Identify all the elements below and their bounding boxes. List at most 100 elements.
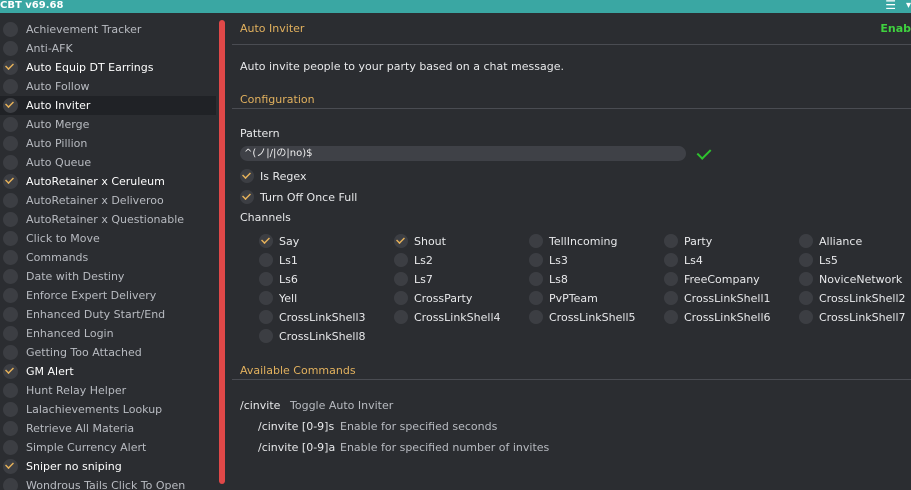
- checkbox-box[interactable]: [394, 253, 408, 267]
- channel-checkbox-crosslinkshell6[interactable]: CrossLinkShell6: [664, 309, 771, 325]
- sidebar-item-enforce-expert-delivery[interactable]: Enforce Expert Delivery: [0, 286, 216, 305]
- sidebar-item-auto-merge[interactable]: Auto Merge: [0, 115, 216, 134]
- enable-checkbox[interactable]: [3, 60, 18, 75]
- turn-off-once-full-checkbox[interactable]: Turn Off Once Full: [240, 189, 357, 205]
- channel-checkbox-crosslinkshell7[interactable]: CrossLinkShell7: [799, 309, 906, 325]
- channel-checkbox-novicenetwork[interactable]: NoviceNetwork: [799, 271, 902, 287]
- sidebar-item-enhanced-login[interactable]: Enhanced Login: [0, 324, 216, 343]
- title-bar[interactable]: CBT v69.68 ☰ ▾: [0, 0, 911, 13]
- checkbox-box[interactable]: [664, 272, 678, 286]
- channel-checkbox-crossparty[interactable]: CrossParty: [394, 290, 472, 306]
- checkbox-box[interactable]: [394, 291, 408, 305]
- sidebar-item-click-to-move[interactable]: Click to Move: [0, 229, 216, 248]
- channel-checkbox-ls3[interactable]: Ls3: [529, 252, 568, 268]
- sidebar-item-date-with-destiny[interactable]: Date with Destiny: [0, 267, 216, 286]
- channel-checkbox-yell[interactable]: Yell: [259, 290, 297, 306]
- sidebar-item-hunt-relay-helper[interactable]: Hunt Relay Helper: [0, 381, 216, 400]
- enable-checkbox[interactable]: [3, 269, 18, 284]
- channel-checkbox-crosslinkshell1[interactable]: CrossLinkShell1: [664, 290, 771, 306]
- enable-checkbox[interactable]: [3, 402, 18, 417]
- channel-checkbox-tellincoming[interactable]: TellIncoming: [529, 233, 617, 249]
- enable-checkbox[interactable]: [3, 440, 18, 455]
- checkbox-box[interactable]: [664, 291, 678, 305]
- hamburger-icon[interactable]: ☰: [885, 0, 896, 12]
- sidebar-item-auto-queue[interactable]: Auto Queue: [0, 153, 216, 172]
- checkbox-box[interactable]: [529, 234, 543, 248]
- enable-checkbox[interactable]: [3, 288, 18, 303]
- enable-checkbox[interactable]: [3, 79, 18, 94]
- enable-checkbox[interactable]: [3, 345, 18, 360]
- channel-checkbox-crosslinkshell4[interactable]: CrossLinkShell4: [394, 309, 501, 325]
- sidebar-item-retrieve-all-materia[interactable]: Retrieve All Materia: [0, 419, 216, 438]
- sidebar-item-autoretainer-x-deliveroo[interactable]: AutoRetainer x Deliveroo: [0, 191, 216, 210]
- enable-checkbox[interactable]: [3, 41, 18, 56]
- sidebar-item-enhanced-duty-start-end[interactable]: Enhanced Duty Start/End: [0, 305, 216, 324]
- enable-checkbox[interactable]: [3, 326, 18, 341]
- enable-checkbox[interactable]: [3, 459, 18, 474]
- checkbox-box[interactable]: [240, 169, 254, 183]
- checkbox-box[interactable]: [799, 291, 813, 305]
- checkbox-box[interactable]: [394, 272, 408, 286]
- enabled-status[interactable]: Enab: [880, 22, 911, 35]
- enable-checkbox[interactable]: [3, 22, 18, 37]
- sidebar-item-autoretainer-x-questionable[interactable]: AutoRetainer x Questionable: [0, 210, 216, 229]
- channel-checkbox-crosslinkshell3[interactable]: CrossLinkShell3: [259, 309, 366, 325]
- enable-checkbox[interactable]: [3, 421, 18, 436]
- checkbox-box[interactable]: [799, 310, 813, 324]
- channel-checkbox-crosslinkshell8[interactable]: CrossLinkShell8: [259, 328, 366, 344]
- checkbox-box[interactable]: [259, 291, 273, 305]
- channel-checkbox-ls8[interactable]: Ls8: [529, 271, 568, 287]
- enable-checkbox[interactable]: [3, 136, 18, 151]
- checkbox-box[interactable]: [529, 310, 543, 324]
- chevron-down-icon[interactable]: ▾: [906, 0, 911, 12]
- checkbox-box[interactable]: [259, 272, 273, 286]
- checkbox-box[interactable]: [799, 272, 813, 286]
- channel-checkbox-ls5[interactable]: Ls5: [799, 252, 838, 268]
- enable-checkbox[interactable]: [3, 193, 18, 208]
- channel-checkbox-ls2[interactable]: Ls2: [394, 252, 433, 268]
- enable-checkbox[interactable]: [3, 212, 18, 227]
- enable-checkbox[interactable]: [3, 307, 18, 322]
- channel-checkbox-shout[interactable]: Shout: [394, 233, 446, 249]
- checkbox-box[interactable]: [529, 253, 543, 267]
- checkbox-box[interactable]: [529, 291, 543, 305]
- channel-checkbox-ls1[interactable]: Ls1: [259, 252, 298, 268]
- checkbox-box[interactable]: [799, 253, 813, 267]
- channel-checkbox-ls7[interactable]: Ls7: [394, 271, 433, 287]
- checkbox-box[interactable]: [259, 310, 273, 324]
- channel-checkbox-say[interactable]: Say: [259, 233, 299, 249]
- enable-checkbox[interactable]: [3, 364, 18, 379]
- sidebar-item-getting-too-attached[interactable]: Getting Too Attached: [0, 343, 216, 362]
- enable-checkbox[interactable]: [3, 155, 18, 170]
- checkbox-box[interactable]: [664, 234, 678, 248]
- sidebar-item-auto-pillion[interactable]: Auto Pillion: [0, 134, 216, 153]
- channel-checkbox-ls6[interactable]: Ls6: [259, 271, 298, 287]
- sidebar-item-lalachievements-lookup[interactable]: Lalachievements Lookup: [0, 400, 216, 419]
- sidebar-item-achievement-tracker[interactable]: Achievement Tracker: [0, 20, 216, 39]
- enable-checkbox[interactable]: [3, 383, 18, 398]
- sidebar-item-auto-equip-dt-earrings[interactable]: Auto Equip DT Earrings: [0, 58, 216, 77]
- scrollbar[interactable]: [219, 20, 225, 484]
- enable-checkbox[interactable]: [3, 250, 18, 265]
- sidebar-item-sniper-no-sniping[interactable]: Sniper no sniping: [0, 457, 216, 476]
- checkbox-box[interactable]: [394, 310, 408, 324]
- checkbox-box[interactable]: [259, 234, 273, 248]
- enable-checkbox[interactable]: [3, 98, 18, 113]
- enable-checkbox[interactable]: [3, 478, 18, 490]
- sidebar-item-anti-afk[interactable]: Anti-AFK: [0, 39, 216, 58]
- channel-checkbox-crosslinkshell2[interactable]: CrossLinkShell2: [799, 290, 906, 306]
- channel-checkbox-party[interactable]: Party: [664, 233, 712, 249]
- enable-checkbox[interactable]: [3, 174, 18, 189]
- channel-checkbox-pvpteam[interactable]: PvPTeam: [529, 290, 598, 306]
- checkbox-box[interactable]: [259, 253, 273, 267]
- sidebar-item-autoretainer-x-ceruleum[interactable]: AutoRetainer x Ceruleum: [0, 172, 216, 191]
- checkbox-box[interactable]: [394, 234, 408, 248]
- channel-checkbox-crosslinkshell5[interactable]: CrossLinkShell5: [529, 309, 636, 325]
- sidebar-item-gm-alert[interactable]: GM Alert: [0, 362, 216, 381]
- sidebar-item-auto-inviter[interactable]: Auto Inviter: [0, 96, 216, 115]
- pattern-input[interactable]: ^(ノ|/|の|no)$: [240, 146, 686, 161]
- sidebar-item-simple-currency-alert[interactable]: Simple Currency Alert: [0, 438, 216, 457]
- channel-checkbox-ls4[interactable]: Ls4: [664, 252, 703, 268]
- is-regex-checkbox[interactable]: Is Regex: [240, 168, 306, 184]
- enable-checkbox[interactable]: [3, 231, 18, 246]
